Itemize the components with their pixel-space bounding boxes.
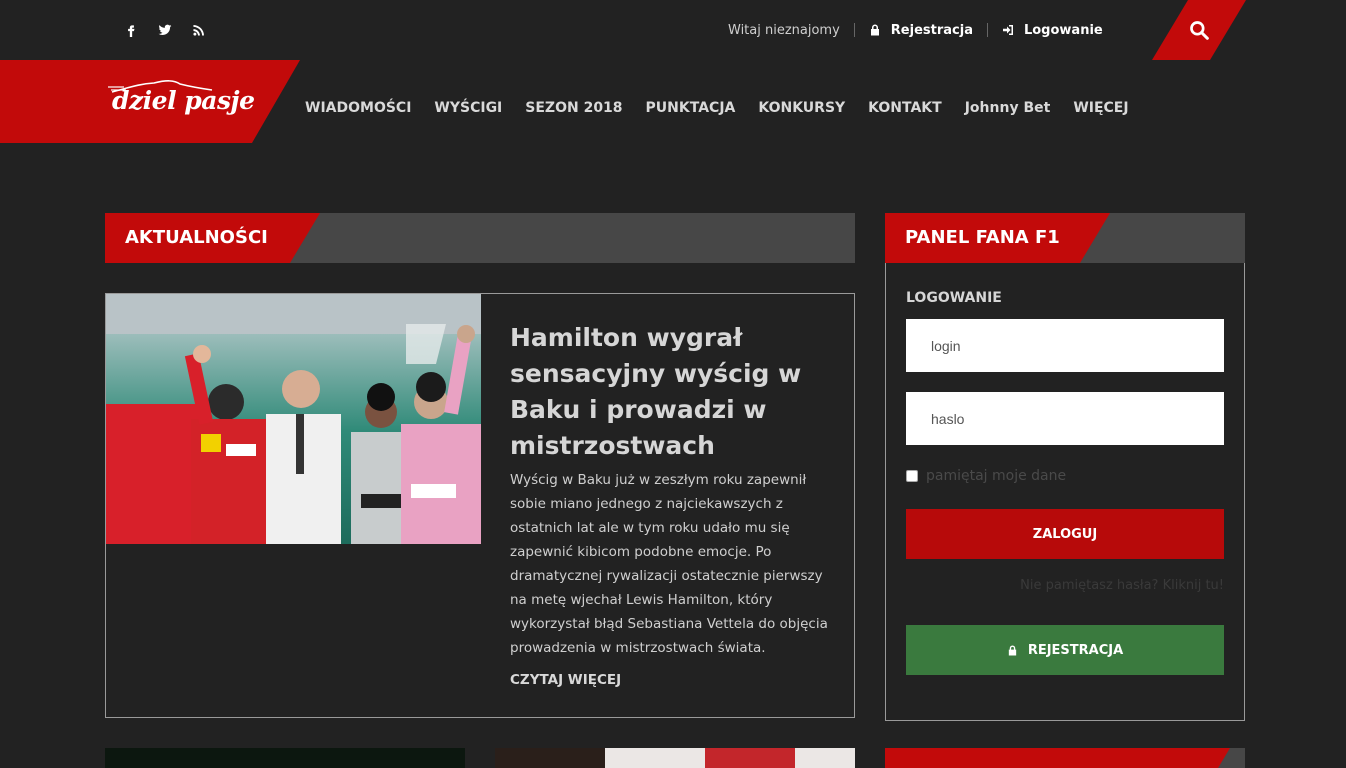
nav-item-punktacja[interactable]: PUNKTACJA: [646, 100, 736, 116]
remember-me[interactable]: pamiętaj moje dane: [906, 468, 1066, 484]
article-title[interactable]: Hamilton wygrał sensacyjny wyścig w Baku…: [510, 320, 830, 464]
news-section-header: AKTUALNOŚCI: [105, 213, 855, 263]
top-bar: Witaj nieznajomy Rejestracja Logowanie: [0, 0, 1346, 60]
user-nav: Witaj nieznajomy Rejestracja Logowanie: [728, 20, 1103, 40]
login-button-label: ZALOGUJ: [1032, 526, 1098, 542]
search-button[interactable]: [1152, 0, 1246, 60]
login-link-label: Logowanie: [1023, 22, 1103, 38]
search-icon: [1190, 21, 1209, 40]
password-input[interactable]: haslo: [906, 392, 1224, 445]
article-excerpt: Wyścig w Baku już w zeszłym roku zapewni…: [510, 472, 828, 656]
social-links: [114, 20, 216, 40]
forgot-password-link[interactable]: Nie pamiętasz hasła? Kliknij tu!: [1020, 578, 1224, 593]
nav-item-wyscigi[interactable]: WYŚCIGI: [434, 100, 502, 116]
nav-item-wiecej[interactable]: WIĘCEJ: [1073, 100, 1128, 116]
login-panel: LOGOWANIE login haslo pamiętaj moje dane…: [885, 263, 1245, 721]
sign-in-icon: [1002, 25, 1013, 35]
remember-label: pamiętaj moje dane: [926, 468, 1067, 484]
nav-item-kontakt[interactable]: KONTAKT: [868, 100, 942, 116]
site-logo[interactable]: dziel pasje: [0, 60, 300, 143]
register-button[interactable]: REJESTRACJA: [906, 625, 1224, 675]
article-image[interactable]: [106, 294, 481, 544]
nav-item-konkursy[interactable]: KONKURSY: [758, 100, 845, 116]
facebook-icon[interactable]: [114, 20, 148, 40]
register-link[interactable]: Rejestracja: [869, 23, 973, 38]
login-link[interactable]: Logowanie: [1002, 23, 1103, 38]
panel-title: PANEL FANA F1: [905, 227, 1060, 248]
panel-header: [885, 748, 1245, 768]
read-more-link[interactable]: CZYTAJ WIĘCEJ: [510, 672, 621, 688]
article-thumbnail[interactable]: [495, 748, 855, 768]
article-thumbnail[interactable]: [105, 748, 465, 768]
main-nav: WIADOMOŚCI WYŚCIGI SEZON 2018 PUNKTACJA …: [305, 100, 1152, 116]
remember-checkbox[interactable]: [906, 470, 918, 482]
featured-article: Hamilton wygrał sensacyjny wyścig w Baku…: [105, 293, 855, 718]
twitter-icon[interactable]: [148, 20, 182, 40]
login-label: LOGOWANIE: [906, 290, 1002, 306]
nav-item-johnny-bet[interactable]: Johnny Bet: [965, 100, 1051, 116]
greeting-text: Witaj nieznajomy: [728, 22, 840, 38]
nav-item-wiadomosci[interactable]: WIADOMOŚCI: [305, 100, 411, 116]
nav-item-sezon-2018[interactable]: SEZON 2018: [525, 100, 622, 116]
register-button-label: REJESTRACJA: [1027, 642, 1124, 658]
panel-header: PANEL FANA F1: [885, 213, 1245, 263]
logo-text: dziel pasje: [112, 86, 255, 115]
divider: [986, 23, 988, 37]
login-input[interactable]: login: [906, 319, 1224, 372]
lock-icon: [1008, 644, 1016, 656]
section-title: AKTUALNOŚCI: [125, 227, 268, 248]
login-button[interactable]: ZALOGUJ: [906, 509, 1224, 559]
divider: [853, 23, 855, 37]
rss-icon[interactable]: [182, 20, 216, 40]
register-link-label: Rejestracja: [890, 22, 973, 38]
lock-icon: [870, 24, 879, 36]
